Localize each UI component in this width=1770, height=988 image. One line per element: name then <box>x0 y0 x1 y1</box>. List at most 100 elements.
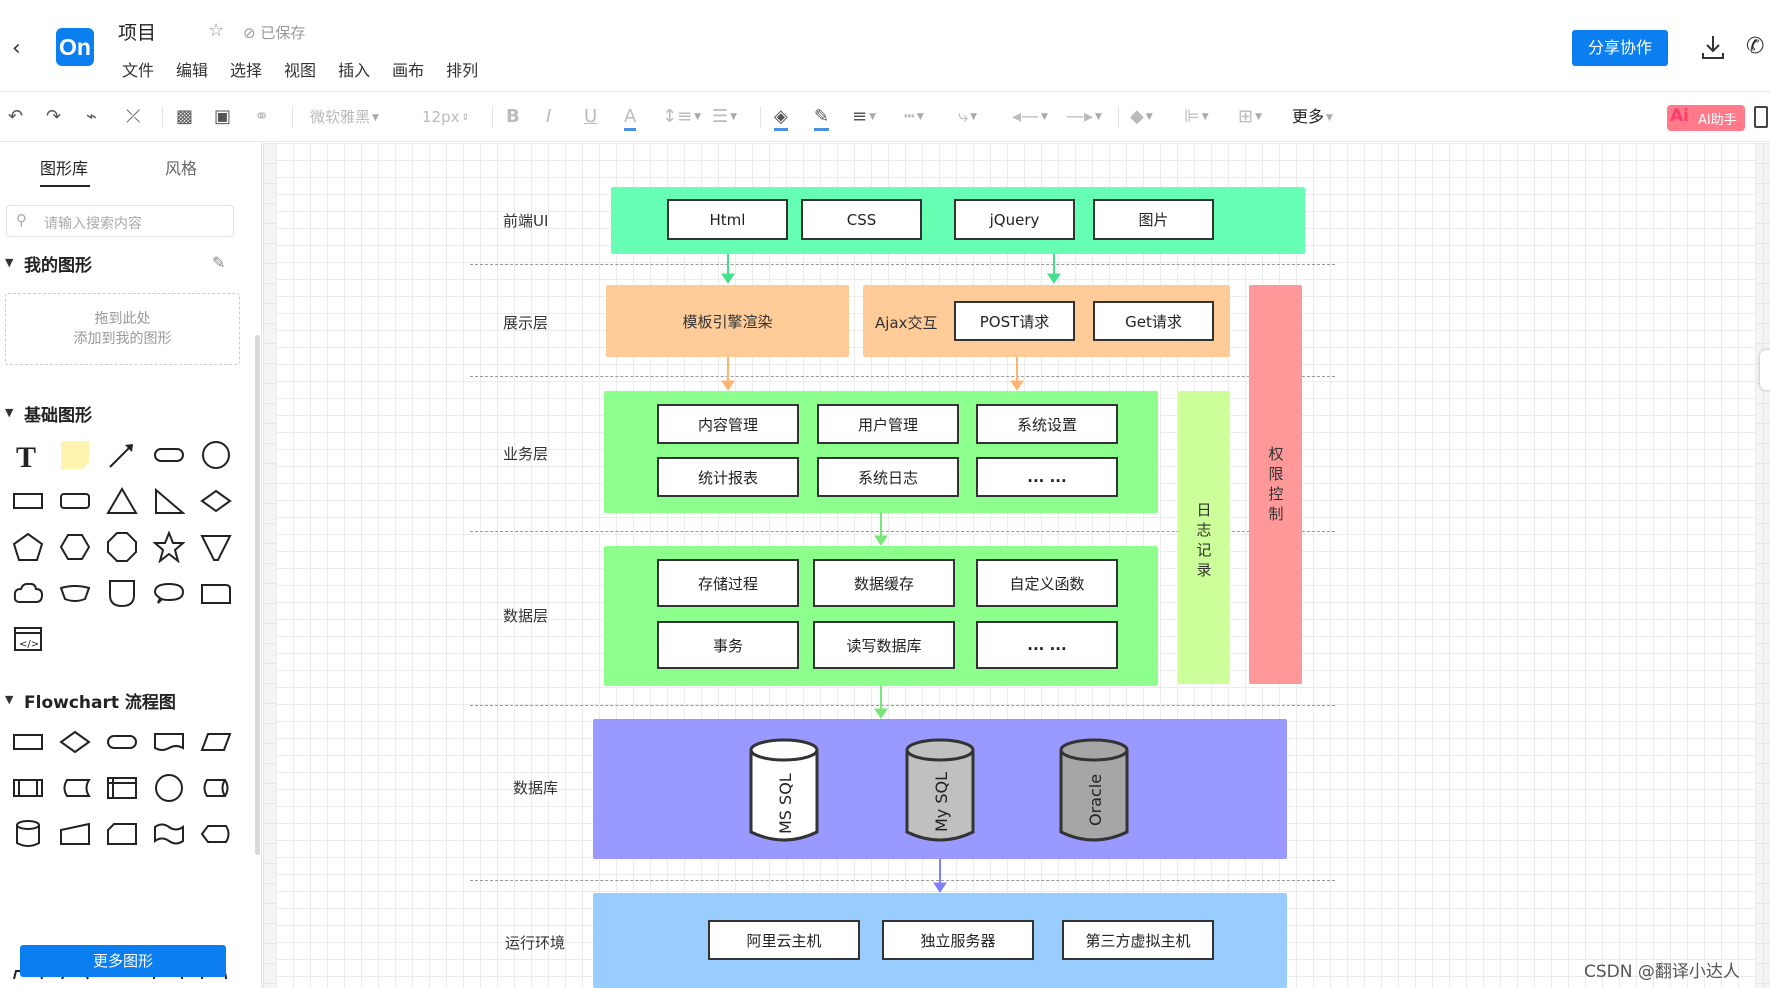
connector-circle-icon[interactable] <box>153 772 185 804</box>
frontend-image-box[interactable]: 图片 <box>1093 199 1214 240</box>
menu-canvas[interactable]: 画布 <box>392 57 424 81</box>
font-family-select[interactable]: 微软雅黑 ▼ <box>310 106 379 129</box>
image-icon[interactable]: ▣ <box>214 106 231 128</box>
my-sql-cylinder[interactable]: My SQL <box>904 738 976 846</box>
database-cylinder-icon[interactable] <box>12 818 44 850</box>
rounded-rectangle-icon[interactable] <box>59 485 91 517</box>
fill-color-icon[interactable]: ◈ <box>774 106 788 131</box>
panel-toggle-icon[interactable] <box>1754 106 1768 128</box>
app-logo[interactable]: On <box>56 28 94 66</box>
business-item[interactable]: 内容管理 <box>657 404 799 444</box>
collapse-caret-icon[interactable]: ▼ <box>5 406 13 419</box>
font-color-icon[interactable]: A <box>624 106 637 131</box>
more-shapes-button[interactable]: 更多图形 <box>20 945 226 977</box>
inverted-triangle-icon[interactable] <box>200 531 232 563</box>
collapse-caret-icon[interactable]: ▼ <box>5 693 13 706</box>
more-menu[interactable]: 更多 ▼ <box>1292 106 1333 129</box>
menu-file[interactable]: 文件 <box>122 57 154 81</box>
runtime-item[interactable]: 独立服务器 <box>882 920 1034 960</box>
tab-shape-library[interactable]: 图形库 <box>40 155 88 179</box>
group-icon[interactable]: ⊞ ▼ <box>1238 106 1262 128</box>
oracle-cylinder[interactable]: Oracle <box>1058 738 1130 846</box>
arrow-line-icon[interactable] <box>106 439 138 471</box>
menu-view[interactable]: 视图 <box>284 57 316 81</box>
decision-icon[interactable] <box>59 726 91 758</box>
line-width-icon[interactable]: ≡ ▼ <box>852 106 876 128</box>
manual-input-icon[interactable] <box>59 818 91 850</box>
underline-icon[interactable]: U <box>584 106 597 128</box>
runtime-item[interactable]: 第三方虚拟主机 <box>1062 920 1214 960</box>
cloud-icon[interactable] <box>12 577 44 609</box>
data-layer-item[interactable]: 自定义函数 <box>976 559 1118 607</box>
data-layer-item[interactable]: 读写数据库 <box>813 621 955 669</box>
undo-icon[interactable]: ↶ <box>8 106 23 128</box>
data-layer-item[interactable]: ... ... <box>976 621 1118 669</box>
edit-icon[interactable]: ✎ <box>212 253 225 272</box>
tab-style[interactable]: 风格 <box>165 155 197 179</box>
speech-bubble-icon[interactable] <box>153 577 185 609</box>
arrow-end-icon[interactable]: —▸ ▼ <box>1066 106 1102 128</box>
connector-icon[interactable]: ⤷ ▼ <box>958 106 977 128</box>
ms-sql-cylinder[interactable]: MS SQL <box>748 738 820 846</box>
font-size-select[interactable]: 12px ⇕ <box>422 106 469 129</box>
business-item[interactable]: 系统日志 <box>817 457 959 497</box>
layer-icon[interactable]: ◆ ▼ <box>1130 106 1153 128</box>
line-spacing-icon[interactable]: ↕≡ ▼ <box>662 106 701 128</box>
menu-select[interactable]: 选择 <box>230 57 262 81</box>
terminator-icon[interactable] <box>106 726 138 758</box>
diamond-icon[interactable] <box>200 485 232 517</box>
rounded-pill-icon[interactable] <box>153 439 185 471</box>
business-item[interactable]: 统计报表 <box>657 457 799 497</box>
menu-insert[interactable]: 插入 <box>338 57 370 81</box>
code-block-icon[interactable]: </> <box>12 623 44 655</box>
download-icon[interactable] <box>1700 33 1726 61</box>
shield-shape-icon[interactable] <box>106 577 138 609</box>
pentagon-icon[interactable] <box>12 531 44 563</box>
redo-icon[interactable]: ↷ <box>46 106 61 128</box>
text-shape-icon[interactable]: T <box>12 439 44 471</box>
menu-edit[interactable]: 编辑 <box>176 57 208 81</box>
document-title[interactable]: 项目 <box>118 18 156 45</box>
link-icon[interactable]: ⚭ <box>254 106 269 128</box>
flowchart-title[interactable]: Flowchart 流程图 <box>24 688 176 713</box>
template-render-box[interactable]: 模板引擎渲染 <box>606 285 849 357</box>
share-button[interactable]: 分享协作 <box>1572 30 1668 66</box>
data-layer-item[interactable]: 数据缓存 <box>813 559 955 607</box>
menu-arrange[interactable]: 排列 <box>446 57 478 81</box>
my-shapes-title[interactable]: 我的图形 <box>24 251 92 276</box>
circle-icon[interactable] <box>200 439 232 471</box>
clear-format-icon[interactable]: ⤫ <box>126 106 140 128</box>
arrow-start-icon[interactable]: ◂— ▼ <box>1012 106 1048 128</box>
star-icon[interactable]: ☆ <box>208 20 224 41</box>
process-icon[interactable] <box>12 726 44 758</box>
distribute-icon[interactable]: ⊫ ▼ <box>1184 106 1209 128</box>
star-shape-icon[interactable] <box>153 531 185 563</box>
my-shapes-dropzone[interactable]: 拖到此处 添加到我的图形 <box>5 293 240 365</box>
line-style-icon[interactable]: ┅ ▼ <box>904 106 924 128</box>
document-shape-icon[interactable] <box>153 726 185 758</box>
sticky-note-icon[interactable] <box>59 439 91 471</box>
data-layer-item[interactable]: 存储过程 <box>657 559 799 607</box>
hexagon-icon[interactable] <box>59 531 91 563</box>
texture-icon[interactable]: ▩ <box>176 106 193 128</box>
data-layer-item[interactable]: 事务 <box>657 621 799 669</box>
italic-icon[interactable]: I <box>546 106 551 128</box>
post-request-box[interactable]: POST请求 <box>954 301 1075 341</box>
frontend-jquery-box[interactable]: jQuery <box>954 199 1075 240</box>
business-item[interactable]: 用户管理 <box>817 404 959 444</box>
align-icon[interactable]: ☰ ▼ <box>712 106 737 128</box>
card-icon[interactable] <box>106 818 138 850</box>
sidebar-scrollbar[interactable] <box>255 335 260 855</box>
runtime-item[interactable]: 阿里云主机 <box>708 920 860 960</box>
direct-data-icon[interactable] <box>200 772 232 804</box>
canvas-edge-handle[interactable] <box>1760 350 1770 390</box>
octagon-icon[interactable] <box>106 531 138 563</box>
bold-icon[interactable]: B <box>506 106 520 128</box>
banner-icon[interactable] <box>59 577 91 609</box>
data-io-icon[interactable] <box>200 726 232 758</box>
predefined-process-icon[interactable] <box>12 772 44 804</box>
triangle-icon[interactable] <box>106 485 138 517</box>
frontend-css-box[interactable]: CSS <box>801 199 922 240</box>
stored-data-icon[interactable] <box>59 772 91 804</box>
business-item[interactable]: 系统设置 <box>976 404 1118 444</box>
